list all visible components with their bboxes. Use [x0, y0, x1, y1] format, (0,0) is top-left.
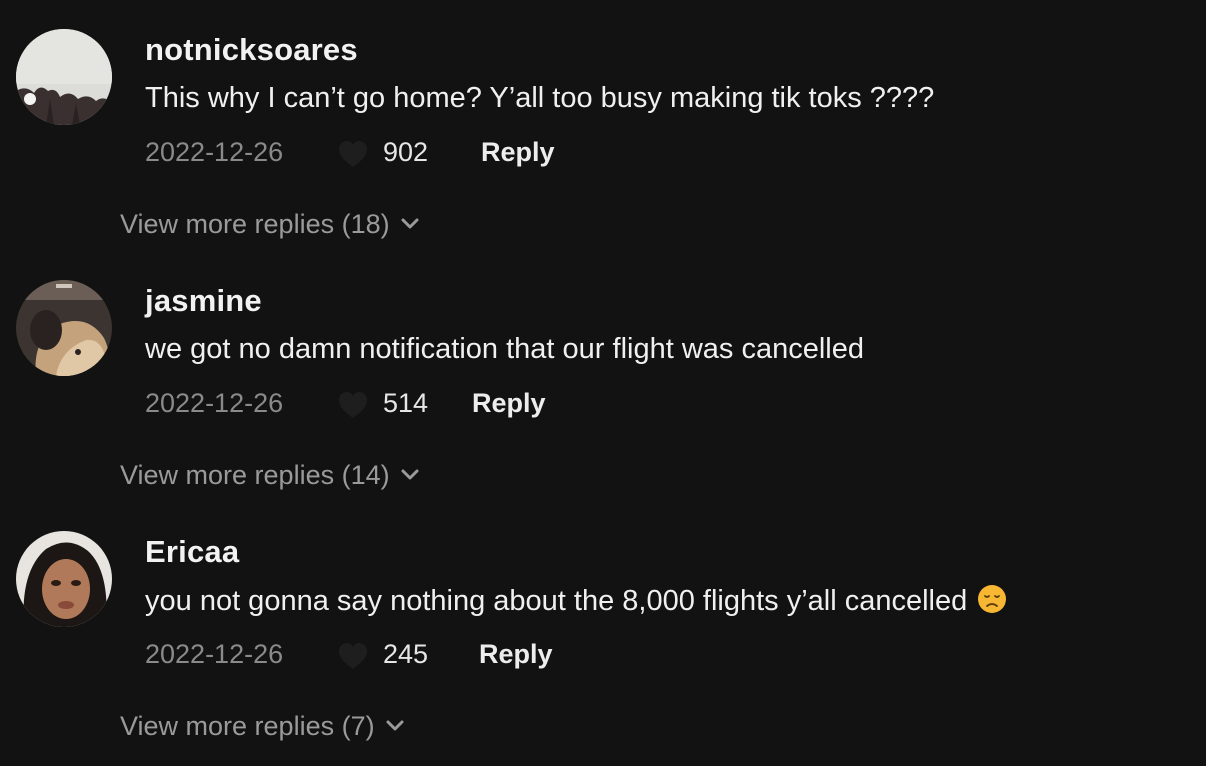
avatar-dog-image — [16, 280, 112, 376]
reply-button[interactable]: Reply — [472, 388, 546, 419]
like-count: 514 — [383, 388, 429, 418]
username[interactable]: notnicksoares — [145, 32, 358, 68]
view-more-replies-label: View more replies (18) — [120, 209, 390, 239]
comment-item: jasmine we got no damn notification that… — [0, 251, 1206, 502]
view-more-replies-label: View more replies (14) — [120, 460, 390, 490]
view-more-replies-button[interactable]: View more replies (18) — [120, 209, 420, 240]
comment-item: Ericaa you not gonna say nothing about t… — [0, 502, 1206, 753]
comment-date: 2022-12-26 — [145, 137, 284, 167]
chevron-down-icon — [386, 720, 404, 731]
heart-icon[interactable] — [335, 137, 371, 173]
comment-date: 2022-12-26 — [145, 639, 284, 669]
reply-button[interactable]: Reply — [481, 137, 555, 168]
chevron-down-icon — [401, 218, 419, 229]
disappointed-face-emoji-icon — [978, 585, 1007, 613]
view-more-replies-label: View more replies (7) — [120, 711, 375, 741]
avatar[interactable] — [16, 531, 112, 627]
avatar-selfie-image — [16, 531, 112, 627]
view-more-replies-button[interactable]: View more replies (14) — [120, 460, 420, 491]
comment-text: This why I can’t go home? Y’all too busy… — [145, 82, 935, 114]
comment-text: you not gonna say nothing about the 8,00… — [145, 584, 1007, 618]
reply-button[interactable]: Reply — [479, 639, 553, 670]
avatar-trees-sky-image — [16, 29, 112, 125]
avatar[interactable] — [16, 29, 112, 125]
comment-item: notnicksoares This why I can’t go home? … — [0, 0, 1206, 251]
heart-icon[interactable] — [335, 639, 371, 675]
view-more-replies-button[interactable]: View more replies (7) — [120, 711, 405, 742]
like-count: 245 — [383, 639, 429, 669]
avatar[interactable] — [16, 280, 112, 376]
username[interactable]: Ericaa — [145, 534, 239, 570]
heart-icon[interactable] — [335, 388, 371, 424]
comment-text-content: you not gonna say nothing about the 8,00… — [145, 585, 968, 617]
chevron-down-icon — [401, 469, 419, 480]
comment-date: 2022-12-26 — [145, 388, 284, 418]
comments-panel: notnicksoares This why I can’t go home? … — [0, 0, 1206, 766]
username[interactable]: jasmine — [145, 283, 262, 319]
comment-text: we got no damn notification that our fli… — [145, 333, 864, 365]
like-count: 902 — [383, 137, 429, 167]
